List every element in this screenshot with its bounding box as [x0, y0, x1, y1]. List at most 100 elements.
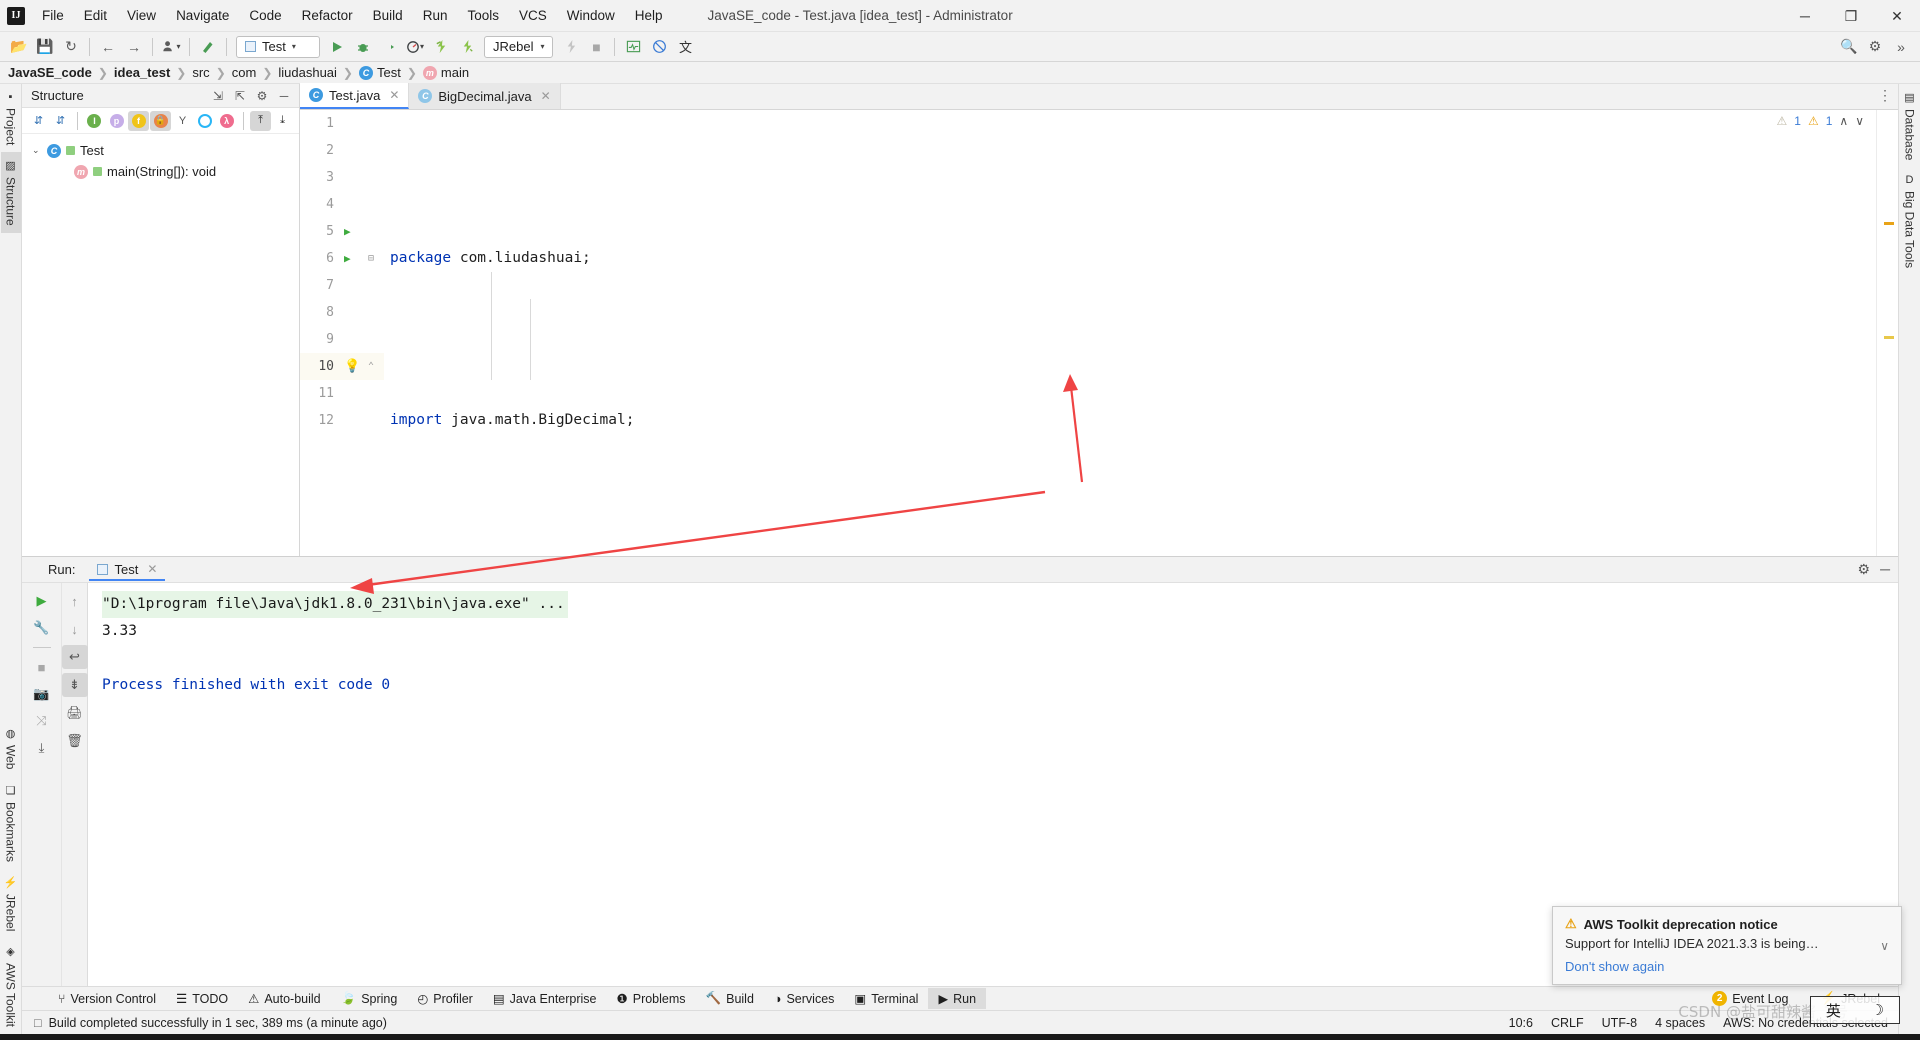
sidebar-item-structure[interactable]: ▨ Structure — [0, 152, 21, 234]
caret-position[interactable]: 10:6 — [1509, 1016, 1533, 1030]
menu-build[interactable]: Build — [364, 4, 412, 27]
toolwindow-terminal[interactable]: ▣ Terminal — [844, 988, 928, 1009]
clear-all-button[interactable]: 🗑 — [62, 729, 88, 753]
show-non-public-icon[interactable]: 🔒 — [150, 110, 172, 131]
toolwindow-build[interactable]: 🔨 Build — [696, 988, 764, 1009]
editor-gutter[interactable]: 1 2 3 4 5 ▶ 6 ▶ ⊟ 7 8 9 10 💡 ⌃ 11 12 — [300, 110, 384, 556]
run-tab-test[interactable]: Test ✕ — [89, 559, 166, 581]
toolwindow-todo[interactable]: ☰ TODO — [166, 988, 238, 1009]
close-button[interactable]: ✕ — [1874, 0, 1920, 32]
toolwindow-problems[interactable]: ❶ Problems — [607, 988, 696, 1009]
sort-by-visibility-icon[interactable]: ⇵ — [28, 111, 49, 131]
down-stacktrace-button[interactable]: ↓ — [62, 617, 88, 641]
translate-icon[interactable]: 文 — [672, 35, 698, 59]
minimize-button[interactable]: ─ — [1782, 0, 1828, 32]
toolwindow-auto-build[interactable]: ⚠ Auto-build — [238, 988, 331, 1009]
navigate-back-icon[interactable]: ← — [95, 35, 121, 59]
tab-bigdecimal-java[interactable]: C BigDecimal.java ✕ — [409, 83, 561, 109]
run-with-coverage-button[interactable] — [376, 35, 402, 59]
show-lambdas-icon[interactable]: λ — [216, 111, 237, 131]
menu-refactor[interactable]: Refactor — [293, 4, 362, 27]
toolwindow-version-control[interactable]: ⑂ Version Control — [48, 989, 166, 1009]
breadcrumb-item-javase-code[interactable]: JavaSE_code — [8, 65, 92, 80]
up-stacktrace-button[interactable]: ↑ — [62, 589, 88, 613]
expand-toolbar-icon[interactable]: » — [1888, 35, 1914, 59]
navigate-forward-icon[interactable]: → — [121, 35, 147, 59]
jrebel-debug-icon[interactable] — [454, 35, 480, 59]
aws-deprecation-notification[interactable]: ⚠ AWS Toolkit deprecation notice Support… — [1552, 906, 1902, 985]
code-line-3[interactable]: import java.math.BigDecimal; — [384, 407, 1876, 434]
scroll-to-end-button[interactable]: ⇟ — [61, 673, 88, 697]
no-inspection-icon[interactable] — [646, 35, 672, 59]
update-app-icon[interactable] — [557, 35, 583, 59]
breadcrumb-item-liudashuai[interactable]: liudashuai — [278, 65, 337, 80]
fold-icon[interactable]: ⌃ — [368, 361, 374, 372]
toolwindow-run[interactable]: ▶ Run — [928, 988, 987, 1009]
toolwindow-profiler[interactable]: ◴ Profiler — [407, 988, 483, 1009]
jrebel-selector[interactable]: JRebel ▾ — [484, 35, 554, 58]
collapse-all-icon[interactable]: ⇱ — [229, 86, 251, 106]
menu-edit[interactable]: Edit — [75, 4, 116, 27]
menu-window[interactable]: Window — [558, 4, 624, 27]
line-separator[interactable]: CRLF — [1551, 1016, 1584, 1030]
previous-problem-icon[interactable]: ∧ — [1839, 114, 1848, 128]
profiler-button[interactable]: ▾ — [402, 35, 428, 59]
menu-vcs[interactable]: VCS — [510, 4, 556, 27]
ime-indicator[interactable]: 英 ☽ — [1810, 996, 1900, 1024]
search-icon[interactable]: 🔍 — [1836, 35, 1862, 59]
menu-run[interactable]: Run — [414, 4, 457, 27]
run-configuration-selector[interactable]: Test ▾ — [236, 35, 320, 58]
close-icon[interactable]: ✕ — [541, 89, 551, 103]
gear-icon[interactable]: ⚙ — [1858, 561, 1871, 578]
stop-icon[interactable]: ■ — [583, 35, 609, 59]
export-button[interactable]: ⤓ — [29, 736, 55, 760]
gear-icon[interactable]: ⚙ — [251, 86, 273, 106]
toolwindow-services[interactable]: ◑ Services — [764, 989, 845, 1009]
open-project-icon[interactable]: 📂 — [6, 35, 32, 59]
breadcrumb-item-test[interactable]: C Test — [358, 65, 401, 80]
run-button[interactable] — [324, 35, 350, 59]
fold-icon[interactable]: ⊟ — [368, 253, 374, 264]
soft-wrap-button[interactable]: ↩ — [61, 645, 88, 669]
run-class-gutter-icon[interactable]: ▶ — [344, 225, 351, 238]
code-editor[interactable]: 1 2 3 4 5 ▶ 6 ▶ ⊟ 7 8 9 10 💡 ⌃ 11 12 pac… — [300, 110, 1898, 556]
toolwindow-spring[interactable]: 🍃 Spring — [331, 988, 408, 1009]
toolwindow-java-enterprise[interactable]: ▤ Java Enterprise — [483, 988, 607, 1009]
dont-show-again-link[interactable]: Don't show again — [1565, 959, 1889, 974]
code-line-4[interactable] — [384, 488, 1876, 515]
maximize-button[interactable]: ❐ — [1828, 0, 1874, 32]
autoscroll-to-source-icon[interactable]: ⤒ — [250, 110, 272, 131]
code-line-2[interactable] — [384, 326, 1876, 353]
sync-icon[interactable]: ↻ — [58, 35, 84, 59]
hide-icon[interactable]: ─ — [1880, 561, 1890, 578]
breadcrumb-item-main[interactable]: m main — [422, 65, 469, 80]
breadcrumb-item-src[interactable]: src — [192, 65, 209, 80]
sidebar-item-aws-toolkit[interactable]: ◈ AWS Toolkit — [1, 938, 21, 1034]
debug-button[interactable] — [350, 35, 376, 59]
show-anonymous-icon[interactable]: Y — [172, 111, 193, 131]
chevron-down-icon[interactable]: ⌄ — [32, 145, 42, 156]
sidebar-item-project[interactable]: ▪ Project — [1, 84, 21, 152]
monitor-icon[interactable] — [620, 35, 646, 59]
menu-navigate[interactable]: Navigate — [167, 4, 238, 27]
tab-test-java[interactable]: C Test.java ✕ — [300, 83, 410, 109]
menu-file[interactable]: File — [33, 4, 73, 27]
intention-bulb-icon[interactable]: 💡 — [344, 359, 360, 374]
run-method-gutter-icon[interactable]: ▶ — [344, 252, 351, 265]
screenshot-button[interactable]: 📷 — [29, 682, 55, 706]
breadcrumb-item-idea-test[interactable]: idea_test — [114, 65, 170, 80]
build-project-icon[interactable] — [195, 35, 221, 59]
file-encoding[interactable]: UTF-8 — [1602, 1016, 1637, 1030]
tree-node-test[interactable]: ⌄ C Test — [22, 140, 299, 161]
show-interfaces-icon[interactable] — [194, 111, 215, 131]
show-properties-icon[interactable]: p — [106, 111, 127, 131]
edit-configuration-button[interactable]: 🔧 — [29, 616, 55, 640]
menu-code[interactable]: Code — [240, 4, 290, 27]
weak-warning-icon[interactable]: ⚠ — [1777, 114, 1788, 128]
autoscroll-from-source-icon[interactable]: ⤓ — [272, 111, 293, 131]
sidebar-item-database[interactable]: ▤ Database — [1900, 84, 1920, 167]
restore-layout-button[interactable]: ⤨ — [29, 709, 55, 733]
expand-all-icon[interactable]: ⇲ — [207, 86, 229, 106]
hide-icon[interactable]: ─ — [273, 86, 295, 106]
show-inherited-icon[interactable]: I — [84, 111, 105, 131]
